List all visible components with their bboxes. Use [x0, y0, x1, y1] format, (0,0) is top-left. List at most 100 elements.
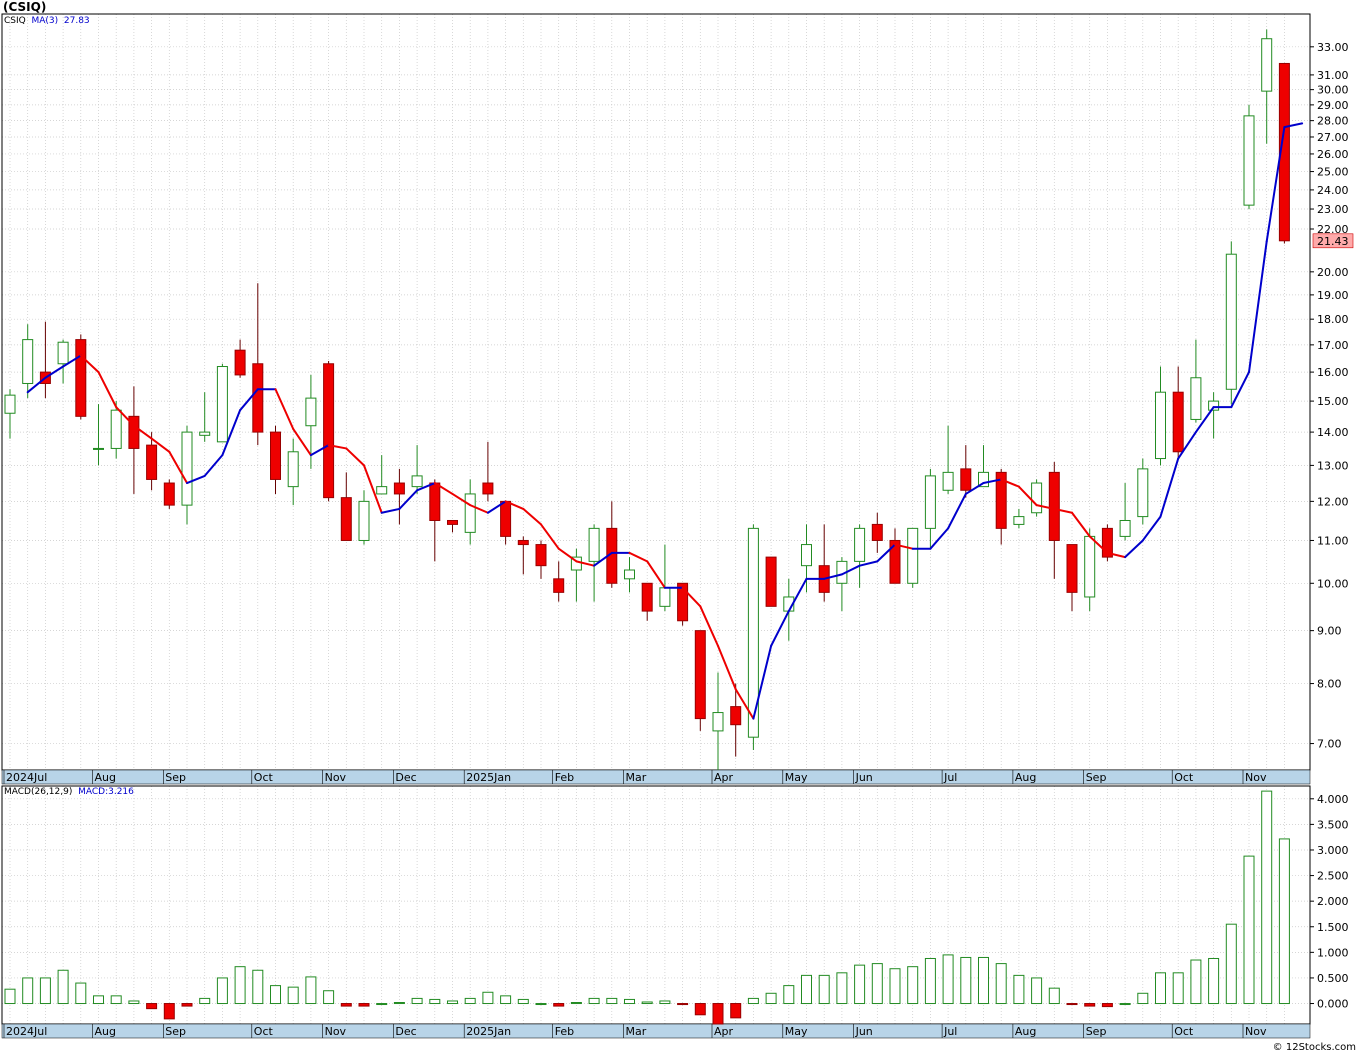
candle-body: [287, 451, 299, 488]
date-label: Apr: [714, 1025, 734, 1038]
macd-tick-label: 3.500: [1317, 818, 1349, 831]
macd-bar: [128, 1000, 140, 1005]
macd-bar: [305, 976, 317, 1005]
candle-body: [216, 366, 228, 443]
macd-axis: 0.000 0.500 1.000 1.500 2.000 2.500 3.000 3.500…: [1310, 793, 1349, 1011]
macd-tick-label: 1.500: [1317, 921, 1349, 934]
candle-body: [358, 500, 370, 541]
copyright: © 12Stocks.com: [1272, 1042, 1356, 1053]
candle-body: [1155, 391, 1166, 460]
date-label: Sep: [1086, 1025, 1107, 1038]
price-tick-label: 31.00: [1317, 69, 1349, 82]
ma3-segment: [274, 388, 295, 430]
ma3-segment: [1124, 539, 1144, 559]
candle-body: [146, 444, 158, 480]
candle-body: [942, 471, 954, 491]
date-label: Aug: [1015, 1025, 1036, 1038]
date-label: Nov: [325, 771, 347, 784]
macd-bar: [535, 1003, 547, 1006]
candle-body: [871, 523, 883, 541]
macd-bar: [252, 969, 264, 1005]
macd-bar: [358, 1003, 370, 1007]
macd-bar: [376, 1003, 388, 1006]
macd-bar: [854, 964, 866, 1005]
macd-bar: [907, 966, 919, 1005]
candle-body: [199, 431, 211, 436]
date-label: 2024Jul: [6, 1025, 47, 1038]
candle-body: [730, 706, 742, 726]
macd-bar: [1208, 957, 1220, 1005]
macd-date-band: [1, 1023, 1311, 1039]
macd-bar: [482, 991, 494, 1005]
candle-body: [765, 556, 777, 607]
candle-body: [907, 527, 919, 584]
date-label: Jun: [855, 771, 873, 784]
date-label: Sep: [165, 771, 186, 784]
candle-body: [393, 482, 405, 495]
macd-bar: [287, 986, 299, 1005]
candle-body: [1048, 471, 1060, 541]
macd-bar: [22, 977, 34, 1005]
candle-body: [447, 519, 458, 525]
macd-bar: [57, 969, 69, 1005]
macd-bar: [1066, 1003, 1078, 1006]
macd-bar: [924, 957, 936, 1005]
ma3-segment: [1248, 240, 1268, 374]
ma-label: MA(3): [31, 16, 59, 26]
candle-body: [1119, 519, 1131, 537]
macd-bar: [765, 992, 777, 1005]
macd-bar: [978, 956, 989, 1005]
ma3-segment: [203, 454, 224, 477]
price-tick-label: 26.00: [1317, 148, 1349, 161]
candle-body: [75, 339, 87, 417]
macd-bar: [836, 972, 848, 1005]
macd-bar: [871, 963, 883, 1005]
macd-tick-label: 4.000: [1317, 793, 1349, 806]
price-tick-label: 9.00: [1317, 625, 1342, 638]
date-label: Aug: [1015, 771, 1036, 784]
price-tick-label: 19.00: [1317, 289, 1349, 302]
candle-body: [960, 468, 972, 491]
date-label: Jun: [855, 1025, 873, 1038]
macd-histogram: [4, 790, 1290, 1025]
price-tick-label: 13.00: [1317, 459, 1349, 472]
macd-bar: [995, 963, 1007, 1005]
macd-bar: [1225, 923, 1237, 1005]
macd-bar: [146, 1003, 158, 1010]
date-label: Dec: [395, 771, 416, 784]
candle-body: [659, 587, 671, 607]
price-tick-label: 18.00: [1317, 313, 1349, 326]
date-label: Feb: [555, 1025, 574, 1038]
ma3-segment: [557, 547, 578, 563]
candle-body: [641, 582, 653, 612]
candle-body: [1066, 544, 1078, 593]
price-tick-label: 30.00: [1317, 84, 1349, 97]
macd-bar: [1172, 972, 1184, 1005]
ma3-segment: [947, 492, 967, 530]
date-label: Aug: [95, 1025, 116, 1038]
grid: [2, 14, 1310, 1024]
macd-bar: [1101, 1003, 1113, 1008]
macd-bar: [677, 1003, 689, 1006]
macd-bar: [234, 966, 246, 1005]
macd-bar: [93, 995, 104, 1005]
macd-tick-label: 2.000: [1317, 895, 1349, 908]
macd-bar: [889, 968, 901, 1005]
date-label: 2025Jan: [466, 771, 511, 784]
date-label: Nov: [325, 1025, 347, 1038]
ma3-segment: [770, 610, 790, 647]
macd-bar: [340, 1003, 352, 1007]
date-label: May: [785, 1025, 808, 1038]
date-label: Jul: [943, 771, 957, 784]
ma3-segment: [345, 447, 365, 467]
macd-bar: [39, 977, 51, 1005]
macd-bar: [1084, 1003, 1096, 1007]
date-label: Sep: [1086, 771, 1107, 784]
macd-bar: [75, 982, 87, 1005]
price-tick-label: 20.00: [1317, 266, 1349, 279]
macd-bar: [500, 995, 512, 1005]
macd-bar: [1048, 987, 1060, 1005]
macd-bar: [641, 1001, 653, 1005]
macd-bar: [1190, 959, 1202, 1005]
candle-body: [1261, 38, 1273, 92]
